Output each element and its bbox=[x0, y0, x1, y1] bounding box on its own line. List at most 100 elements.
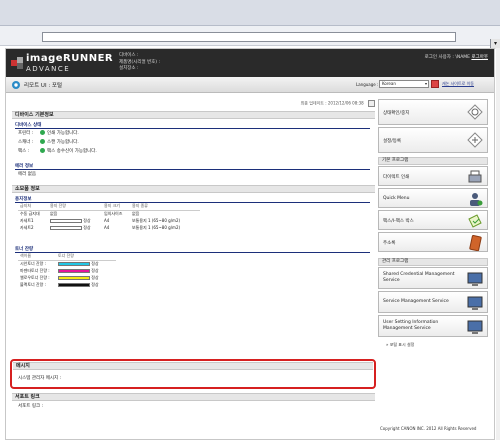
main-content: 최종 업데이트 : 2012/12/06 08:38 디바이스 기본정보 디바이… bbox=[10, 99, 376, 419]
fax-box-icon bbox=[468, 214, 482, 228]
basic-info-header: 디바이스 기본정보 bbox=[12, 111, 375, 119]
page-header: imageRUNNER ADVANCE 디바이스 : 제품명(시리얼 번호) :… bbox=[6, 49, 494, 77]
browser-top-strip bbox=[0, 0, 500, 26]
brand-name: imageRUNNER bbox=[26, 53, 114, 64]
column-header: 용지 잔량 bbox=[48, 203, 102, 211]
printer-icon bbox=[468, 170, 482, 183]
status-text: 인쇄 가능합니다. bbox=[47, 131, 79, 136]
system-admin-message: 시스템 관리자 메시지 : bbox=[18, 376, 62, 381]
consumables-header: 소모품 정보 bbox=[12, 185, 375, 193]
toner-name: 블랙토너 잔량 : bbox=[20, 281, 46, 287]
column-header: 토너 잔량 bbox=[56, 253, 116, 261]
support-link-text: 서포트 링크 : bbox=[18, 404, 44, 409]
status-ok-icon bbox=[40, 148, 45, 153]
service-management-service-button[interactable]: Service Management Service bbox=[378, 291, 488, 313]
paper-source: 카세트2 bbox=[20, 224, 34, 230]
brand-subname: ADVANCE bbox=[26, 65, 71, 73]
table-row: 옐로우토너 잔량 : 정상 bbox=[18, 274, 116, 281]
user-setting-info-service-button[interactable]: User Setting Information Management Serv… bbox=[378, 315, 488, 337]
page-title: 리모트 UI : 포털 bbox=[24, 83, 63, 89]
refresh-icon[interactable] bbox=[368, 100, 375, 107]
settings-registration-button[interactable]: 설정/등록 bbox=[378, 127, 488, 153]
table-header-row: 색이름 토너 잔량 bbox=[18, 253, 116, 261]
address-input[interactable]: ▾ bbox=[42, 32, 500, 49]
paper-type: 없음 bbox=[132, 210, 140, 216]
logout-link[interactable]: 로그아웃 bbox=[471, 55, 488, 60]
status-text: 스캔 가능합니다. bbox=[47, 140, 79, 145]
basic-functions-header: 기본 프로그램 bbox=[378, 157, 488, 165]
chevron-down-icon: ▾ bbox=[424, 81, 427, 86]
toner-name: 옐로우토너 잔량 : bbox=[20, 274, 50, 280]
table-row: 블랙토너 잔량 : 정상 bbox=[18, 281, 116, 288]
column-header: 용지 크기 bbox=[102, 203, 130, 211]
paper-info-header: 용지정보 bbox=[15, 196, 370, 203]
status-label: 스캐너 : bbox=[18, 140, 34, 145]
fax-box-button[interactable]: 팩스/I-팩스 박스 bbox=[378, 210, 488, 230]
toner-status: 정상 bbox=[91, 281, 99, 287]
shared-credential-service-button[interactable]: Shared Credential Management Service bbox=[378, 267, 488, 289]
paper-remaining: 정상 bbox=[83, 224, 91, 230]
message-header: 메시지 bbox=[13, 362, 373, 370]
paper-size: 임의사이즈 bbox=[104, 210, 123, 216]
button-label: Quick Menu bbox=[383, 196, 410, 201]
paper-type: 보통용지 1 (65~80 g/m2) bbox=[132, 224, 181, 230]
column-header: 급지처 bbox=[18, 203, 48, 211]
status-monitor-button[interactable]: 상태확인/중지 bbox=[378, 99, 488, 125]
status-row-scanner: 스캐너 : 스캔 가능합니다. bbox=[18, 139, 79, 145]
last-updated: 최종 업데이트 : 2012/12/06 08:38 bbox=[301, 100, 375, 107]
status-monitor-icon bbox=[467, 104, 483, 120]
status-row-fax: 팩스 : 팩스 송수신이 가능합니다. bbox=[18, 148, 97, 154]
error-info-text: 에러 없음 bbox=[18, 172, 36, 177]
paper-size: A4 bbox=[104, 225, 110, 230]
paper-remaining: 없음 bbox=[50, 210, 58, 216]
toner-header: 토너 잔량 bbox=[15, 246, 370, 253]
login-user-value: \NAME bbox=[455, 55, 470, 60]
button-label: 다이렉트 인쇄 bbox=[383, 175, 410, 180]
quick-menu-button[interactable]: Quick Menu bbox=[378, 188, 488, 208]
column-header: 용지 종류 bbox=[130, 203, 200, 211]
canon-site-link[interactable]: 캐논 사이트로 이동 bbox=[442, 81, 474, 87]
black-toner-bar bbox=[58, 282, 90, 287]
copyright: Copyright CANON INC. 2012 All Rights Res… bbox=[380, 426, 477, 431]
cyan-toner-bar bbox=[58, 261, 90, 266]
monitor-icon bbox=[467, 272, 483, 286]
paper-source: 수동 급지대 bbox=[20, 210, 40, 216]
location-label: 설치장소 : bbox=[119, 66, 139, 71]
bullet-icon: » bbox=[386, 342, 389, 347]
service-management-header: 관리 프로그램 bbox=[378, 258, 488, 266]
magenta-toner-bar bbox=[58, 268, 90, 273]
toner-status: 정상 bbox=[91, 260, 99, 266]
login-user-info: 로그인 사용자 : \NAME 로그아웃 bbox=[425, 54, 488, 60]
toner-level-cell: 정상 bbox=[56, 281, 116, 288]
button-label: 팩스/I-팩스 박스 bbox=[383, 219, 414, 224]
monitor-icon bbox=[467, 320, 483, 334]
column-header: 색이름 bbox=[18, 253, 56, 261]
user-icon bbox=[470, 193, 483, 206]
error-info-header: 에러 정보 bbox=[15, 163, 370, 170]
table-row: 수동 급지대 없음 임의사이즈 없음 bbox=[18, 210, 200, 217]
toner-table: 색이름 토너 잔량 시안토너 잔량 : 정상 마젠타토너 잔량 : 정상 옐로우… bbox=[18, 253, 116, 288]
language-select[interactable]: Korean ▾ bbox=[379, 80, 429, 88]
portal-display-settings-link[interactable]: » 포털 표시 설정 bbox=[386, 342, 414, 348]
toner-level-cell: 정상 bbox=[56, 274, 116, 281]
address-book-icon bbox=[469, 235, 482, 251]
toner-status: 정상 bbox=[91, 274, 99, 280]
button-label: Service Management Service bbox=[383, 299, 449, 304]
address-book-button[interactable]: 주소록 bbox=[378, 232, 488, 252]
direct-print-button[interactable]: 다이렉트 인쇄 bbox=[378, 166, 488, 186]
remote-ui-icon bbox=[12, 81, 20, 89]
toner-name: 마젠타토너 잔량 : bbox=[20, 267, 50, 273]
status-label: 프린터 : bbox=[18, 131, 34, 136]
page-scrollbar[interactable] bbox=[496, 48, 500, 440]
language-label: Language : bbox=[356, 82, 379, 87]
status-ok-icon bbox=[40, 139, 45, 144]
language-go-button[interactable] bbox=[431, 80, 439, 88]
paper-type: 보통용지 1 (65~80 g/m2) bbox=[132, 217, 181, 223]
status-text: 팩스 송수신이 가능합니다. bbox=[47, 149, 97, 154]
status-ok-icon bbox=[40, 130, 45, 135]
paper-source: 카세트1 bbox=[20, 217, 34, 223]
button-label: User Setting Information Management Serv… bbox=[383, 320, 439, 331]
paper-level-bar bbox=[50, 225, 82, 230]
button-label: 상태확인/중지 bbox=[383, 111, 410, 116]
toner-status: 정상 bbox=[91, 267, 99, 273]
